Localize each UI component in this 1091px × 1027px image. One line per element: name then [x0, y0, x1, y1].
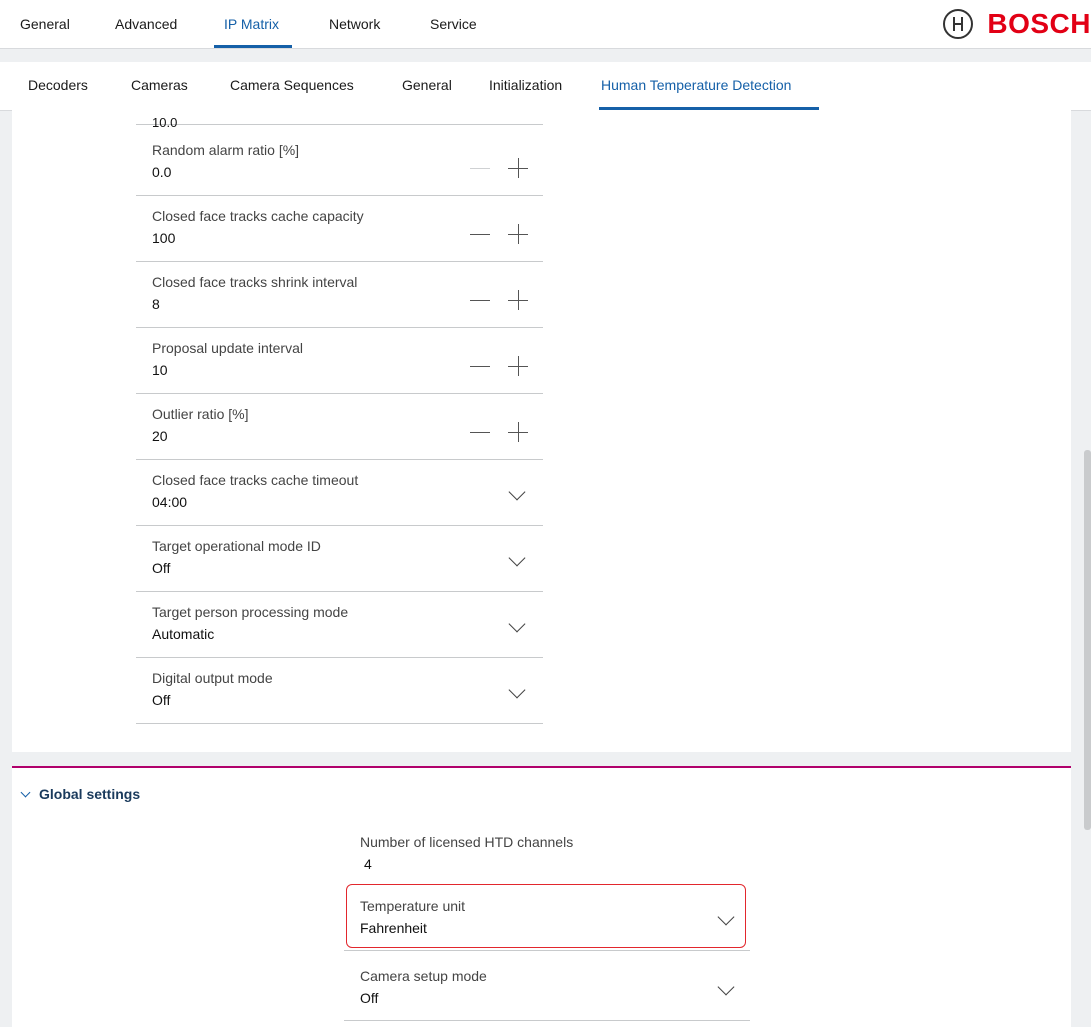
tab-service[interactable]: Service	[430, 16, 477, 32]
setting-row-partial: 10.0	[136, 110, 543, 130]
bosch-logo: BOSCH	[943, 6, 1091, 42]
chevron-down-icon[interactable]	[508, 549, 526, 567]
setting-value: 10.0	[152, 115, 178, 130]
subtab-camera-sequences[interactable]: Camera Sequences	[230, 77, 354, 93]
bosch-armature-icon	[943, 9, 974, 39]
setting-value: 4	[364, 856, 372, 872]
highlight-box	[346, 884, 746, 948]
chevron-down-icon[interactable]	[508, 483, 526, 501]
main-navigation: General Advanced IP Matrix Network Servi…	[0, 0, 1091, 49]
setting-label: Closed face tracks cache capacity	[152, 208, 364, 224]
subtab-general[interactable]: General	[402, 77, 452, 93]
plus-icon[interactable]	[508, 158, 528, 178]
setting-outlier-ratio: Outlier ratio [%] 20	[136, 394, 543, 460]
setting-random-alarm-ratio: Random alarm ratio [%] 0.0	[136, 130, 543, 196]
plus-icon[interactable]	[508, 290, 528, 310]
setting-label: Target person processing mode	[152, 604, 349, 620]
subtab-cameras[interactable]: Cameras	[131, 77, 188, 93]
setting-label: Outlier ratio [%]	[152, 406, 249, 422]
minus-icon[interactable]	[470, 168, 490, 169]
settings-panel: 10.0 Random alarm ratio [%] 0.0 Closed f…	[12, 110, 1071, 752]
setting-value: Automatic	[152, 626, 215, 642]
subtab-initialization[interactable]: Initialization	[489, 77, 562, 93]
setting-value[interactable]: 100	[152, 230, 175, 246]
chevron-down-icon	[20, 787, 31, 797]
setting-value[interactable]: 20	[152, 428, 168, 444]
chevron-down-icon[interactable]	[508, 681, 526, 699]
chevron-down-icon[interactable]	[717, 978, 735, 996]
setting-proposal-update-interval: Proposal update interval 10	[136, 328, 543, 394]
setting-label: Target operational mode ID	[152, 538, 321, 554]
setting-label: Closed face tracks shrink interval	[152, 274, 358, 290]
setting-label: Proposal update interval	[152, 340, 303, 356]
minus-icon[interactable]	[470, 366, 490, 367]
setting-value: Off	[360, 990, 379, 1006]
setting-digital-output-mode[interactable]: Digital output mode Off	[136, 658, 543, 724]
minus-icon[interactable]	[470, 234, 490, 235]
brand-wordmark: BOSCH	[987, 8, 1091, 39]
setting-camera-setup-mode[interactable]: Camera setup mode Off	[344, 956, 750, 1021]
active-tab-indicator	[214, 45, 292, 48]
tab-network[interactable]: Network	[329, 16, 380, 32]
setting-label: Closed face tracks cache timeout	[152, 472, 359, 488]
setting-label: Random alarm ratio [%]	[152, 142, 300, 158]
setting-value[interactable]: 0.0	[152, 164, 171, 180]
section-title: Global settings	[39, 786, 141, 802]
plus-icon[interactable]	[508, 224, 528, 244]
setting-closed-face-tracks-cache-timeout[interactable]: Closed face tracks cache timeout 04:00	[136, 460, 543, 526]
setting-label: Number of licensed HTD channels	[360, 834, 574, 850]
minus-icon[interactable]	[470, 300, 490, 301]
tab-ip-matrix[interactable]: IP Matrix	[224, 16, 279, 32]
plus-icon[interactable]	[508, 356, 528, 376]
setting-value[interactable]: 10	[152, 362, 168, 378]
setting-target-person-processing-mode[interactable]: Target person processing mode Automatic	[136, 592, 543, 658]
setting-licensed-htd-channels: Number of licensed HTD channels 4	[344, 822, 750, 886]
sub-navigation: Decoders Cameras Camera Sequences Genera…	[0, 62, 1091, 111]
minus-icon[interactable]	[470, 432, 490, 433]
tab-general[interactable]: General	[20, 16, 70, 32]
setting-value: Off	[152, 560, 171, 576]
vertical-scrollbar[interactable]	[1084, 450, 1091, 830]
subtab-human-temperature-detection[interactable]: Human Temperature Detection	[601, 77, 791, 93]
setting-target-operational-mode-id[interactable]: Target operational mode ID Off	[136, 526, 543, 592]
setting-value: 04:00	[152, 494, 188, 510]
setting-label: Digital output mode	[152, 670, 273, 686]
plus-icon[interactable]	[508, 422, 528, 442]
setting-closed-face-tracks-cache-capacity: Closed face tracks cache capacity 100	[136, 196, 543, 262]
setting-label: Camera setup mode	[360, 968, 487, 984]
setting-value[interactable]: 8	[152, 296, 160, 312]
tab-advanced[interactable]: Advanced	[115, 16, 177, 32]
chevron-down-icon[interactable]	[508, 615, 526, 633]
setting-value: Off	[152, 692, 171, 708]
global-settings-section: Global settings Number of licensed HTD c…	[12, 766, 1071, 1027]
subtab-decoders[interactable]: Decoders	[28, 77, 88, 93]
setting-closed-face-tracks-shrink-interval: Closed face tracks shrink interval 8	[136, 262, 543, 328]
global-settings-header[interactable]: Global settings	[20, 786, 141, 802]
